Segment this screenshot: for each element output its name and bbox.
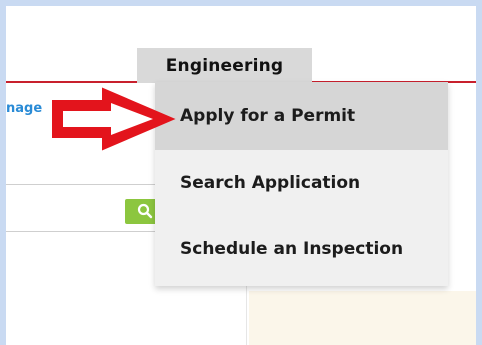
nav-link-fragment[interactable]: nage bbox=[6, 101, 42, 116]
page: Engineering nage S Apply for a Permit Se… bbox=[6, 6, 476, 345]
arrow-right-icon bbox=[52, 87, 176, 151]
menu-item-search-application[interactable]: Search Application bbox=[155, 150, 448, 216]
search-input-underline bbox=[6, 231, 156, 232]
search-icon bbox=[137, 203, 153, 219]
nav-tab-engineering[interactable]: Engineering bbox=[137, 48, 312, 83]
content-panel bbox=[249, 291, 476, 345]
menu-item-schedule-inspection[interactable]: Schedule an Inspection bbox=[155, 216, 448, 282]
engineering-dropdown-menu: Apply for a Permit Search Application Sc… bbox=[155, 82, 448, 286]
menu-item-apply-for-permit[interactable]: Apply for a Permit bbox=[155, 82, 448, 150]
